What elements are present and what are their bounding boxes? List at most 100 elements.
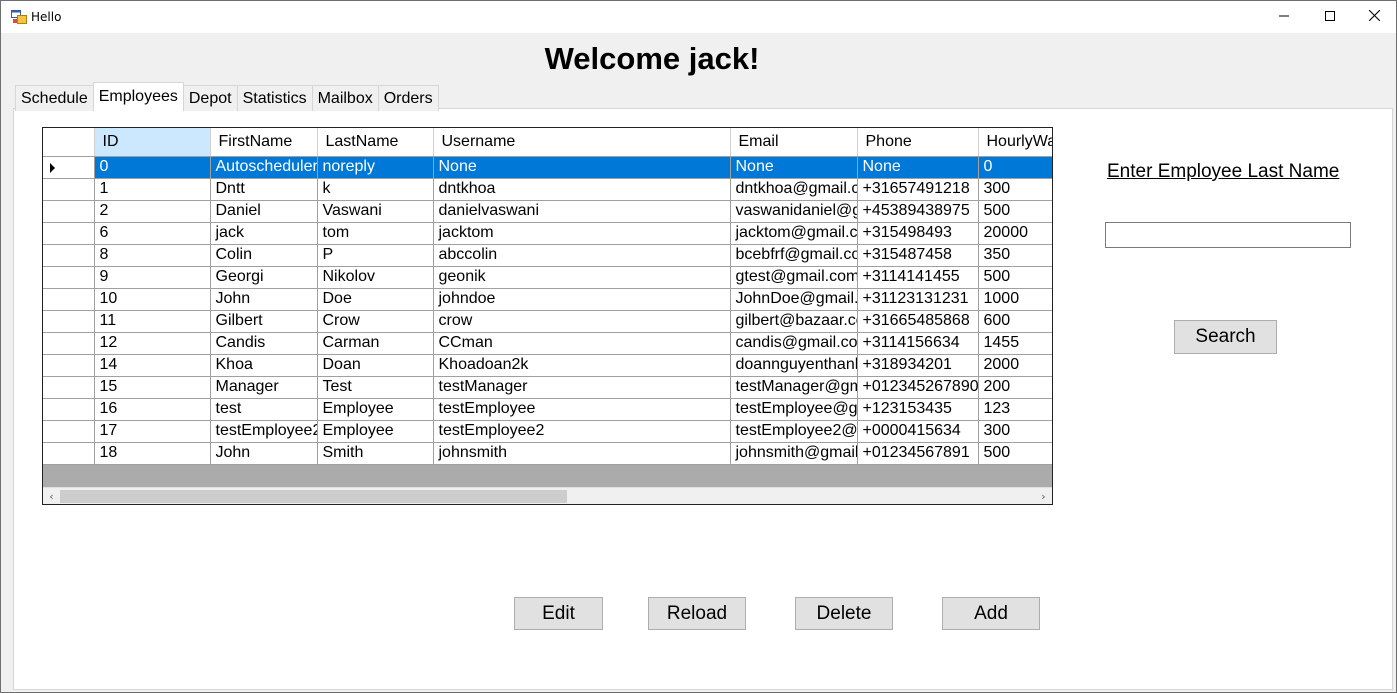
table-cell[interactable]: 300 — [978, 178, 1052, 201]
table-cell[interactable]: Doe — [317, 288, 434, 311]
row-header[interactable] — [43, 332, 95, 355]
table-row[interactable]: 12CandisCarmanCCmancandis@gmail.com+3114… — [43, 332, 1052, 355]
table-cell[interactable]: 18 — [94, 442, 211, 465]
table-cell[interactable]: Smith — [317, 442, 434, 465]
table-cell[interactable]: CCman — [433, 332, 731, 355]
delete-button[interactable]: Delete — [795, 597, 893, 630]
table-row[interactable]: 17 testEmployee2 Employee testEmployee2 test… — [43, 420, 1052, 443]
reload-button[interactable]: Reload — [648, 597, 746, 630]
column-header[interactable]: Email — [730, 128, 858, 157]
table-cell[interactable]: 123 — [978, 398, 1052, 421]
table-cell[interactable]: johnsmith — [433, 442, 731, 465]
row-header[interactable] — [43, 222, 95, 245]
table-cell[interactable]: testManager — [433, 376, 731, 399]
table-cell[interactable]: Autoscheduler — [210, 156, 318, 179]
table-cell[interactable]: 300 — [978, 420, 1052, 443]
row-header[interactable] — [43, 244, 95, 267]
table-cell[interactable]: +3114156634 — [857, 332, 979, 355]
column-header[interactable]: FirstName — [210, 128, 318, 157]
maximize-button[interactable] — [1307, 1, 1353, 33]
table-cell[interactable]: 17 — [94, 420, 211, 443]
table-cell[interactable]: P — [317, 244, 434, 267]
table-cell[interactable]: 0 — [94, 156, 211, 179]
table-row[interactable]: 0AutoschedulernoreplyNoneNoneNone0Ad — [43, 156, 1052, 179]
table-cell[interactable]: jack — [210, 222, 318, 245]
column-header[interactable]: Phone — [857, 128, 979, 157]
table-cell[interactable]: 20000 — [978, 222, 1052, 245]
table-cell[interactable]: Dntt — [210, 178, 318, 201]
table-cell[interactable]: 350 — [978, 244, 1052, 267]
table-cell[interactable]: 2000 — [978, 354, 1052, 377]
table-cell[interactable]: vaswanidaniel@gmail.com — [730, 200, 858, 223]
close-button[interactable] — [1351, 1, 1396, 33]
table-cell[interactable]: 600 — [978, 310, 1052, 333]
column-header[interactable]: HourlyWage — [978, 128, 1052, 157]
table-row[interactable]: 14KhoaDoanKhoadoan2kdoannguyenthanhkhoa2… — [43, 354, 1052, 377]
table-cell[interactable]: testEmployee2 — [433, 420, 731, 443]
table-cell[interactable]: 2 — [94, 200, 211, 223]
table-cell[interactable]: 8 — [94, 244, 211, 267]
table-cell[interactable]: gilbert@bazaar.com — [730, 310, 858, 333]
table-cell[interactable]: bcebfrf@gmail.com — [730, 244, 858, 267]
scroll-left-icon[interactable]: ‹ — [43, 488, 60, 504]
table-cell[interactable]: 6 — [94, 222, 211, 245]
table-cell[interactable]: 10 — [94, 288, 211, 311]
table-cell[interactable]: +01234567891 — [857, 442, 979, 465]
row-header[interactable] — [43, 398, 95, 421]
table-cell[interactable]: 1 — [94, 178, 211, 201]
table-cell[interactable]: Nikolov — [317, 266, 434, 289]
table-cell[interactable]: Colin — [210, 244, 318, 267]
scroll-right-icon[interactable]: › — [1035, 488, 1052, 504]
table-cell[interactable]: Gilbert — [210, 310, 318, 333]
table-cell[interactable]: 500 — [978, 442, 1052, 465]
tab-schedule[interactable]: Schedule — [15, 85, 94, 111]
table-cell[interactable]: testEmployee2@gmail.com — [730, 420, 858, 443]
tab-employees[interactable]: Employees — [92, 82, 184, 110]
row-header[interactable] — [43, 200, 95, 223]
table-cell[interactable]: +315498493 — [857, 222, 979, 245]
row-header[interactable] — [43, 288, 95, 311]
table-cell[interactable]: noreply — [317, 156, 434, 179]
add-button[interactable]: Add — [942, 597, 1040, 630]
table-row[interactable]: 8ColinPabccolinbcebfrf@gmail.com+3154874… — [43, 244, 1052, 267]
table-row[interactable]: 10JohnDoejohndoeJohnDoe@gmail.com+311231… — [43, 288, 1052, 311]
table-cell[interactable]: k — [317, 178, 434, 201]
table-cell[interactable]: Employee — [317, 398, 434, 421]
table-cell[interactable]: +315487458 — [857, 244, 979, 267]
table-cell[interactable]: +3114141455 — [857, 266, 979, 289]
table-cell[interactable]: gtest@gmail.com — [730, 266, 858, 289]
table-cell[interactable]: Khoadoan2k — [433, 354, 731, 377]
table-cell[interactable]: 500 — [978, 200, 1052, 223]
table-row[interactable]: 9 Georgi Nikolov geonik gtest@gmail.com +3114… — [43, 266, 1052, 289]
table-cell[interactable]: +31123131231 — [857, 288, 979, 311]
scrollbar-thumb[interactable] — [60, 490, 567, 503]
table-row[interactable]: 11GilbertCrowcrowgilbert@bazaar.com+3166… — [43, 310, 1052, 333]
table-cell[interactable]: johndoe — [433, 288, 731, 311]
table-cell[interactable]: None — [857, 156, 979, 179]
table-cell[interactable]: 1455 — [978, 332, 1052, 355]
table-cell[interactable]: None — [433, 156, 731, 179]
table-cell[interactable]: None — [730, 156, 858, 179]
table-cell[interactable]: +318934201 — [857, 354, 979, 377]
table-row[interactable]: 16 test Employee testEmployee testEmployee@g… — [43, 398, 1052, 421]
table-cell[interactable]: danielvaswani — [433, 200, 731, 223]
column-header[interactable]: Username — [433, 128, 731, 157]
table-cell[interactable]: 200 — [978, 376, 1052, 399]
table-cell[interactable]: 9 — [94, 266, 211, 289]
table-cell[interactable]: doannguyenthanhkhoa2112@gmail.com — [730, 354, 858, 377]
table-cell[interactable]: 14 — [94, 354, 211, 377]
table-cell[interactable]: JohnDoe@gmail.com — [730, 288, 858, 311]
table-row[interactable]: 15ManagerTesttestManagertestManager@gmai… — [43, 376, 1052, 399]
column-header[interactable]: ID — [94, 128, 211, 157]
table-cell[interactable]: Vaswani — [317, 200, 434, 223]
last-name-search-input[interactable] — [1105, 222, 1351, 248]
table-cell[interactable]: Test — [317, 376, 434, 399]
table-cell[interactable]: Doan — [317, 354, 434, 377]
minimize-button[interactable] — [1261, 1, 1307, 33]
row-header[interactable] — [43, 442, 95, 465]
table-cell[interactable]: tom — [317, 222, 434, 245]
table-row[interactable]: 2 Daniel Vaswani danielvaswani vaswanidaniel… — [43, 200, 1052, 223]
table-cell[interactable]: John — [210, 288, 318, 311]
table-cell[interactable]: Manager — [210, 376, 318, 399]
table-cell[interactable]: johnsmith@gmail.com — [730, 442, 858, 465]
